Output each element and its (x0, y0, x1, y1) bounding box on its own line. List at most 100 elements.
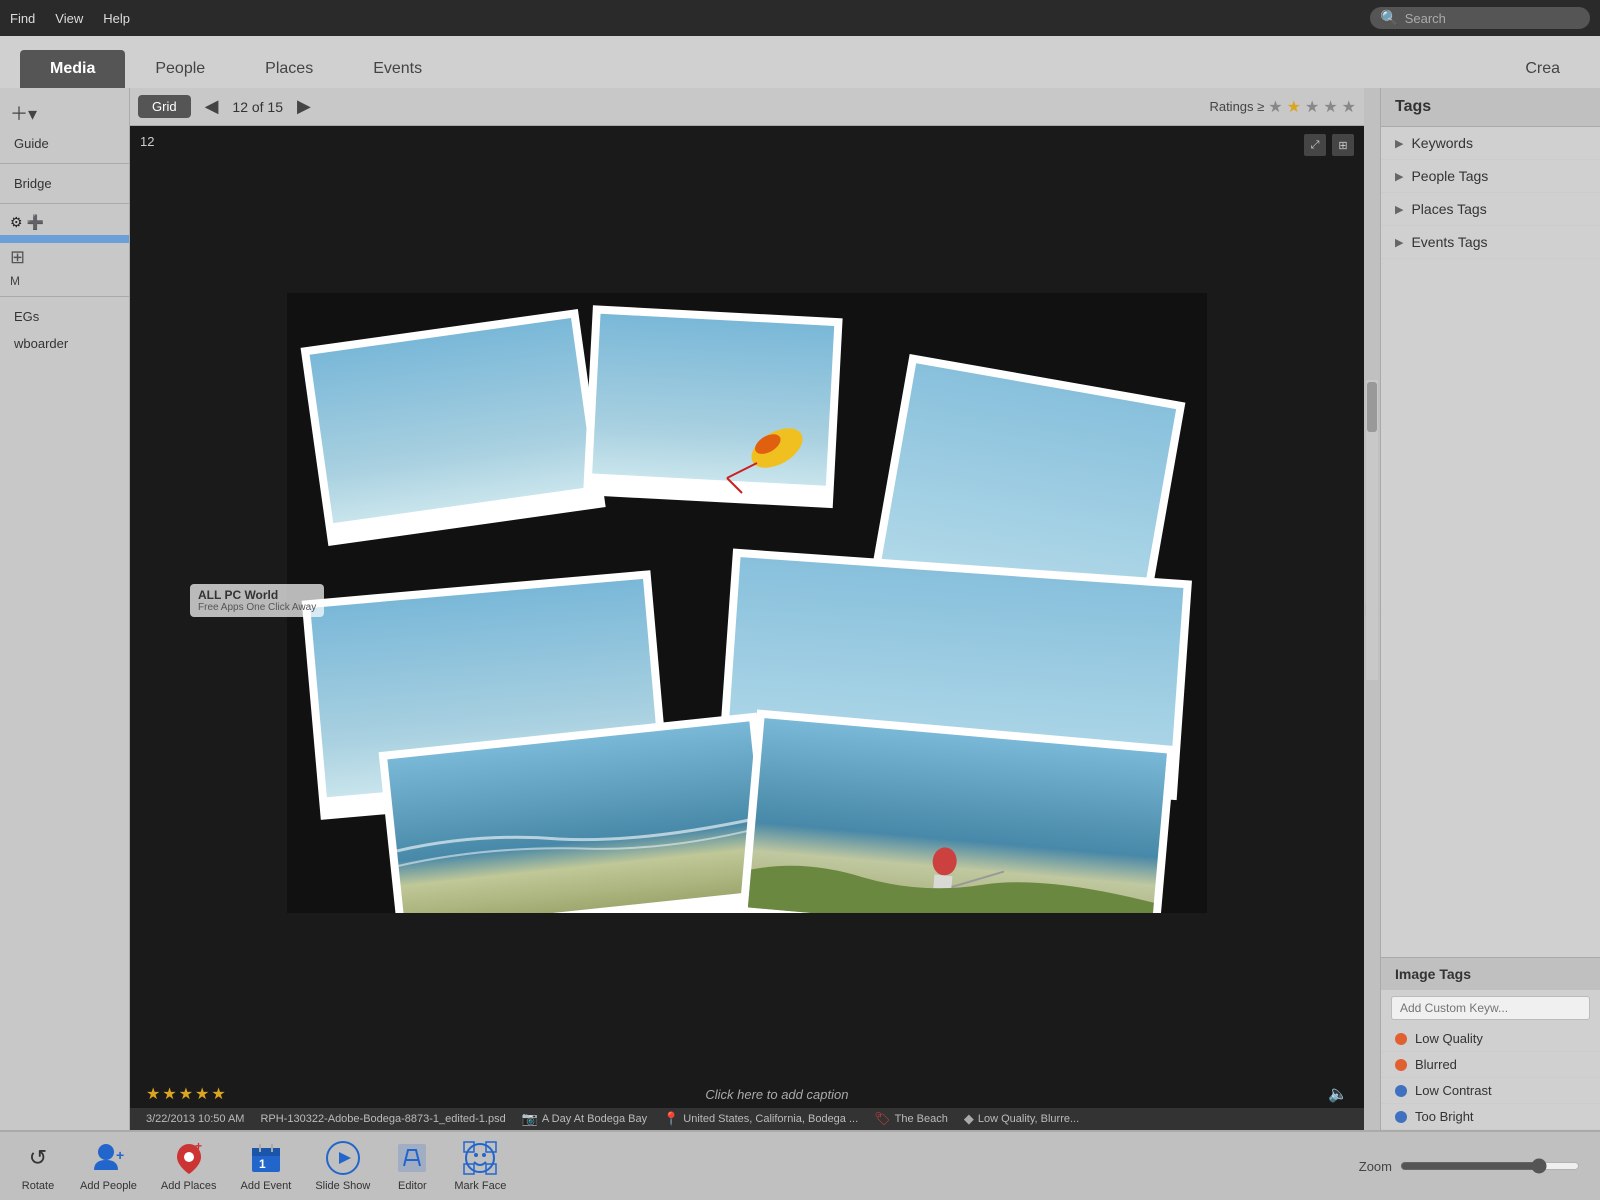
add-people-tool[interactable]: + Add People (80, 1140, 137, 1192)
gear-icon: ⚙ (10, 214, 23, 231)
menu-bar: Find View Help 🔍 (0, 0, 1600, 36)
image-tags-header: Image Tags (1381, 958, 1600, 990)
events-tags-arrow-icon: ▶ (1395, 236, 1403, 249)
tag-item-low-contrast: Low Contrast (1381, 1078, 1600, 1104)
sidebar-divider-2 (0, 203, 129, 204)
editor-tool[interactable]: Editor (394, 1140, 430, 1192)
watermark-subtitle: Free Apps One Click Away (198, 602, 316, 613)
image-controls: ⤢ ⊞ (1304, 134, 1354, 156)
star-3[interactable]: ★ (1305, 97, 1319, 117)
tag-section-events[interactable]: ▶ Events Tags (1381, 226, 1600, 259)
caption-text[interactable]: Click here to add caption (705, 1087, 848, 1102)
keyword-arrow-icon: ▶ (1395, 137, 1403, 150)
quality-icon: ◆ (964, 1111, 974, 1127)
zoom-button[interactable]: ⊞ (1332, 134, 1354, 156)
star-1[interactable]: ★ (1268, 97, 1282, 117)
sidebar-divider-3 (0, 296, 129, 297)
filename: RPH-130322-Adobe-Bodega-8873-1_edited-1.… (260, 1113, 505, 1125)
add-event-tool[interactable]: 1 Add Event (241, 1140, 292, 1192)
sidebar-divider (0, 163, 129, 164)
bottom-toolbar: ↺ Rotate + Add People + Add Places 1 Add… (0, 1130, 1600, 1200)
image-viewer: 12 ⤢ ⊞ ALL PC World Free Apps One Click … (130, 126, 1364, 1130)
sidebar-gear-add[interactable]: ⚙ ➕ (0, 210, 129, 235)
right-sidebar: Tags ▶ Keywords ▶ People Tags ▶ Places T… (1380, 88, 1600, 1130)
nav-prev-button[interactable]: ◀ (199, 94, 225, 119)
tags-header: Tags (1381, 88, 1600, 127)
editor-label: Editor (398, 1180, 427, 1192)
sidebar-item-egs[interactable]: EGs (0, 303, 129, 330)
custom-keyword-input[interactable] (1391, 996, 1590, 1020)
right-scrollbar (1366, 380, 1378, 680)
sidebar-item-wboarder[interactable]: wboarder (0, 330, 129, 357)
editor-icon (394, 1140, 430, 1176)
sidebar-item-bridge[interactable]: Bridge (0, 170, 129, 197)
slideshow-tool[interactable]: Slide Show (315, 1140, 370, 1192)
plus-icon: ➕ (27, 214, 44, 231)
places-tags-arrow-icon: ▶ (1395, 203, 1403, 216)
people-tags-label: People Tags (1411, 168, 1488, 184)
add-places-icon: + (171, 1140, 207, 1176)
tab-media[interactable]: Media (20, 50, 125, 88)
menu-view[interactable]: View (55, 11, 83, 26)
sidebar-item-guide[interactable]: Guide (0, 130, 129, 157)
sidebar-icon-row: ⊞ (0, 243, 129, 272)
search-bar: 🔍 (1370, 7, 1590, 29)
grid-icon: ⊞ (10, 247, 25, 268)
nav-next-button[interactable]: ▶ (291, 94, 317, 119)
quality-tag: ◆ Low Quality, Blurre... (964, 1111, 1079, 1127)
tag-dot-blue-1 (1395, 1085, 1407, 1097)
add-places-tool[interactable]: + Add Places (161, 1140, 217, 1192)
star-5[interactable]: ★ (1342, 97, 1356, 117)
grid-button[interactable]: Grid (138, 95, 191, 118)
collage-container (287, 293, 1207, 913)
image-count: 12 of 15 (232, 99, 283, 115)
menu-help[interactable]: Help (103, 11, 130, 26)
rotate-icon: ↺ (20, 1140, 56, 1176)
search-icon: 🔍 (1380, 9, 1399, 27)
sidebar-selected-row[interactable] (0, 235, 129, 243)
search-input[interactable] (1405, 11, 1581, 26)
mark-face-tool[interactable]: Mark Face (454, 1140, 506, 1192)
caption-star-1: ★ (146, 1084, 160, 1104)
country-tag: 📍 United States, California, Bodega ... (663, 1111, 858, 1127)
slideshow-icon (325, 1140, 361, 1176)
zoom-slider[interactable] (1400, 1158, 1580, 1174)
sidebar-add-button[interactable]: ＋▾ (0, 96, 129, 130)
photo-collage: ALL PC World Free Apps One Click Away (130, 126, 1364, 1080)
tag-icon: 🏷 (874, 1111, 891, 1127)
tag-dot-orange-1 (1395, 1033, 1407, 1045)
svg-text:+: + (195, 1140, 202, 1153)
caption-stars: ★ ★ ★ ★ ★ (146, 1084, 226, 1104)
main-layout: ＋▾ Guide Bridge ⚙ ➕ ⊞ M EGs wboarder Gri… (0, 88, 1600, 1130)
tag-item-too-bright: Too Bright (1381, 1104, 1600, 1130)
tab-places[interactable]: Places (235, 50, 343, 88)
tag-section-people[interactable]: ▶ People Tags (1381, 160, 1600, 193)
add-event-label: Add Event (241, 1180, 292, 1192)
star-2[interactable]: ★ (1287, 97, 1301, 117)
keyword-label: Keywords (1411, 135, 1472, 151)
image-number: 12 (140, 134, 154, 149)
zoom-label: Zoom (1359, 1159, 1392, 1174)
tab-events[interactable]: Events (343, 50, 452, 88)
menu-find[interactable]: Find (10, 11, 35, 26)
tag-section-places[interactable]: ▶ Places Tags (1381, 193, 1600, 226)
caption-star-2: ★ (162, 1084, 176, 1104)
speaker-icon[interactable]: 🔈 (1328, 1084, 1348, 1104)
map-pin-icon: 📍 (663, 1111, 679, 1127)
tag-dot-blue-2 (1395, 1111, 1407, 1123)
caption-star-4: ★ (195, 1084, 209, 1104)
expand-button[interactable]: ⤢ (1304, 134, 1326, 156)
scrollbar-thumb[interactable] (1367, 382, 1377, 432)
create-button[interactable]: Crea (1505, 50, 1580, 88)
beach-tag: 🏷 The Beach (874, 1111, 948, 1127)
quality-label: Low Quality, Blurre... (978, 1113, 1079, 1125)
image-tags-section: Image Tags Low Quality Blurred Low Contr… (1381, 957, 1600, 1130)
rotate-tool[interactable]: ↺ Rotate (20, 1140, 56, 1192)
tag-dot-orange-2 (1395, 1059, 1407, 1071)
star-4[interactable]: ★ (1323, 97, 1337, 117)
tab-people[interactable]: People (125, 50, 235, 88)
tag-section-keywords[interactable]: ▶ Keywords (1381, 127, 1600, 160)
tag-low-quality-label: Low Quality (1415, 1031, 1483, 1046)
svg-text:+: + (116, 1147, 124, 1163)
mark-face-label: Mark Face (454, 1180, 506, 1192)
